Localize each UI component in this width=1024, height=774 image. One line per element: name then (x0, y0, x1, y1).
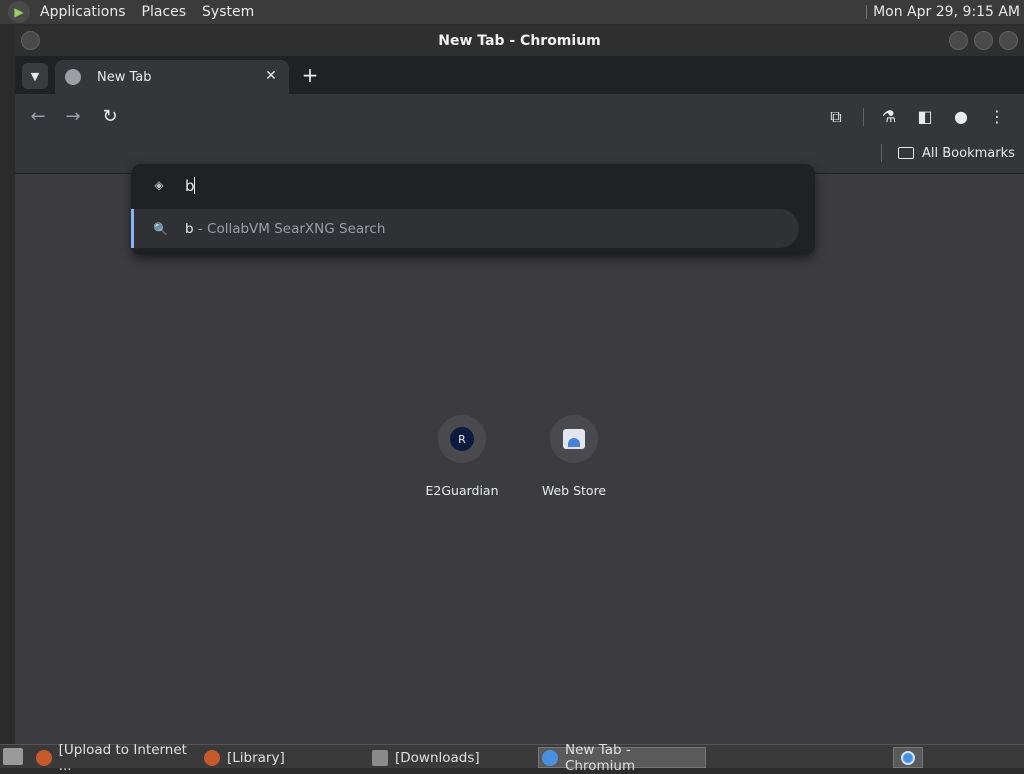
toolbar-separator (863, 108, 864, 126)
suggestion-text: b - CollabVM SearXNG Search (185, 221, 385, 237)
flask-icon[interactable]: ⚗ (876, 104, 902, 130)
taskbar-item-upload[interactable]: [Upload to Internet ... (36, 742, 201, 774)
taskbar-item-chromium[interactable]: New Tab - Chromium (538, 742, 706, 774)
browser-toolbar: ← → ↻ ⧉ ⚗ ◧ ● ⋮ All Bookmarks ◈ 🔍 b - Co… (15, 94, 1024, 255)
extensions-icon[interactable]: ⧉ (823, 104, 849, 130)
clock-area: Mon Apr 29, 9:15 AM (866, 0, 1020, 24)
e2guardian-favicon: R (450, 427, 474, 451)
bookmarks-separator (881, 144, 882, 162)
suggestion-description: - CollabVM SearXNG Search (193, 220, 386, 237)
minimize-button[interactable] (949, 31, 968, 50)
bottom-taskbar: [Upload to Internet ... [Library] [Downl… (0, 742, 1024, 774)
all-bookmarks-button[interactable]: All Bookmarks (898, 142, 1015, 164)
workspace-switcher[interactable] (893, 747, 923, 768)
window-menu-button[interactable] (21, 31, 40, 50)
folder-icon (898, 147, 914, 159)
more-menu-icon[interactable]: ⋮ (984, 104, 1010, 130)
new-tab-button[interactable]: + (299, 64, 321, 86)
globe-icon (65, 69, 81, 85)
tab-strip: ▼ New Tab ✕ + (15, 56, 1024, 94)
browser-window: New Tab - Chromium ▼ New Tab ✕ + ← → ↻ ⧉… (15, 26, 1024, 744)
web-store-icon (563, 429, 585, 449)
selection-indicator (131, 209, 134, 248)
task-label: [Upload to Internet ... (58, 741, 187, 774)
panel-separator (866, 5, 868, 19)
folder-icon (372, 749, 388, 766)
window-titlebar[interactable]: New Tab - Chromium (15, 26, 1024, 56)
suggestion-query: b (185, 220, 194, 237)
chromium-tray-icon (901, 750, 915, 765)
taskbar-item-downloads[interactable]: [Downloads] (372, 747, 532, 768)
distro-logo-icon[interactable]: ▶ (8, 1, 30, 23)
shortcut-web-store[interactable]: Web Store (519, 415, 629, 498)
back-arrow-icon[interactable]: ← (25, 104, 51, 130)
maximize-button[interactable] (974, 31, 993, 50)
shortcut-title: E2Guardian (425, 483, 499, 498)
show-desktop-icon[interactable] (3, 748, 23, 765)
close-window-button[interactable] (999, 31, 1018, 50)
firefox-icon (36, 749, 52, 766)
tab-label: New Tab (97, 69, 152, 85)
all-bookmarks-label: All Bookmarks (922, 145, 1015, 161)
reload-icon[interactable]: ↻ (97, 104, 123, 130)
task-label: [Downloads] (395, 749, 480, 766)
forward-arrow-icon[interactable]: → (60, 104, 86, 130)
system-menu[interactable]: System (196, 4, 260, 20)
firefox-icon (204, 749, 220, 766)
applications-menu[interactable]: Applications (34, 4, 132, 20)
tab-search-button[interactable]: ▼ (22, 63, 48, 89)
top-panel: ▶ Applications Places System Mon Apr 29,… (0, 0, 1024, 24)
tab-new-tab[interactable]: New Tab ✕ (55, 60, 289, 94)
task-label: New Tab - Chromium (564, 741, 636, 774)
clock[interactable]: Mon Apr 29, 9:15 AM (873, 4, 1020, 20)
profile-icon[interactable]: ● (948, 104, 974, 130)
window-title: New Tab - Chromium (438, 33, 601, 49)
new-tab-page: R E2Guardian Web Store (15, 175, 1024, 744)
close-tab-icon[interactable]: ✕ (263, 68, 279, 84)
shortcut-title: Web Store (541, 483, 607, 498)
shortcut-tile (550, 415, 598, 463)
taskbar-item-library[interactable]: [Library] (204, 747, 364, 768)
task-label: [Library] (227, 749, 285, 766)
side-panel-icon[interactable]: ◧ (912, 104, 938, 130)
omnibox-suggestion[interactable]: 🔍 b - CollabVM SearXNG Search (131, 209, 799, 248)
text-caret (194, 177, 195, 194)
chevron-down-icon: ▼ (30, 69, 40, 83)
chromium-icon (542, 749, 558, 766)
omnibox-popup: ◈ 🔍 b - CollabVM SearXNG Search (131, 164, 815, 255)
shortcut-tile: R (438, 415, 486, 463)
places-menu[interactable]: Places (136, 4, 193, 20)
search-engine-icon: ◈ (154, 178, 164, 192)
address-bar-input[interactable] (185, 174, 685, 198)
search-icon: 🔍 (153, 221, 168, 236)
shortcut-e2guardian[interactable]: R E2Guardian (407, 415, 517, 498)
